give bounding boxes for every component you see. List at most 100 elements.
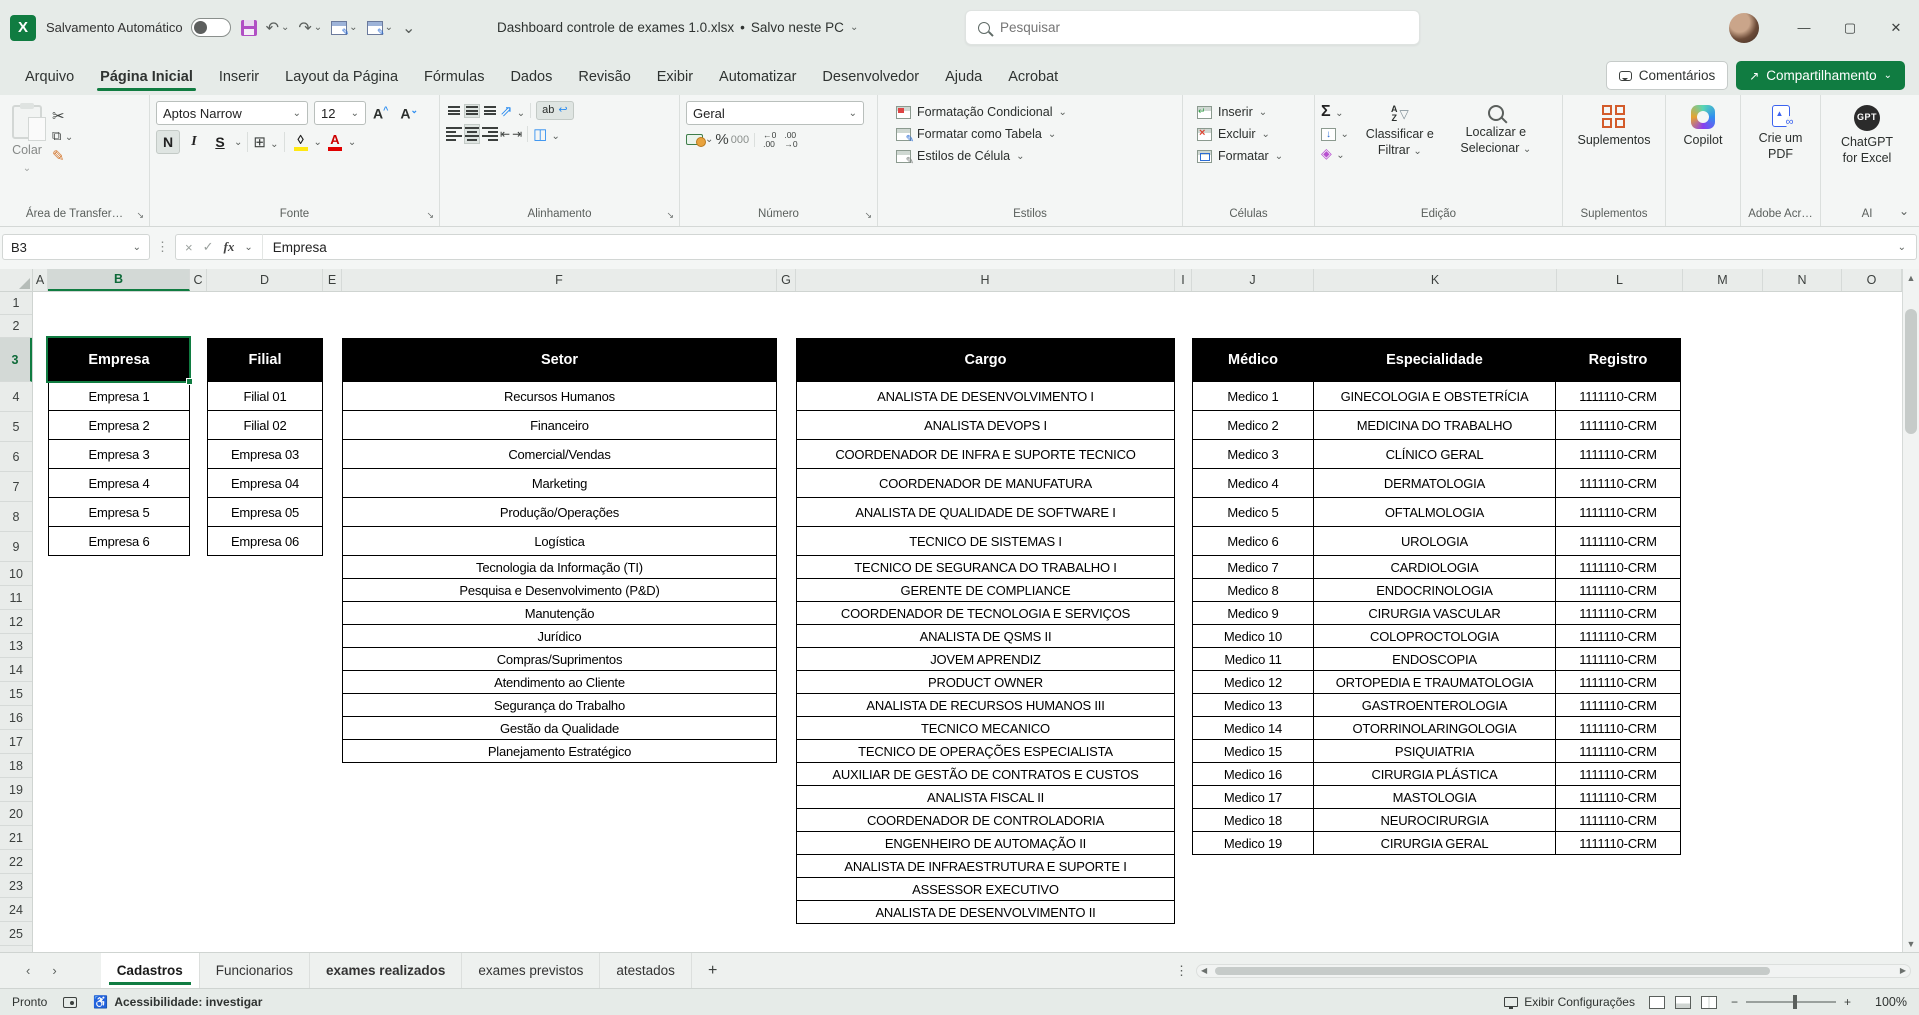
table-cell[interactable]: 1111110-CRM (1555, 739, 1681, 763)
column-header-E[interactable]: E (323, 269, 342, 291)
table-cell[interactable]: CIRURGIA VASCULAR (1313, 601, 1556, 625)
vertical-scrollbar[interactable]: ▲ ▼ (1902, 269, 1919, 952)
format-as-table-button[interactable]: Formatar como Tabela⌄ (892, 123, 1176, 145)
chatgpt-button[interactable]: GPT ChatGPT for Excel (1836, 101, 1898, 204)
accessibility-status[interactable]: ♿ Acessibilidade: investigar (93, 995, 262, 1009)
row-header-22[interactable]: 22 (0, 850, 32, 874)
table-cell[interactable]: 1111110-CRM (1555, 601, 1681, 625)
maximize-button[interactable]: ▢ (1827, 0, 1873, 55)
column-header-B[interactable]: B (48, 269, 190, 291)
table-cell[interactable]: COLOPROCTOLOGIA (1313, 624, 1556, 648)
table-cell[interactable]: ENDOCRINOLOGIA (1313, 578, 1556, 602)
table-cell[interactable]: Medico 10 (1192, 624, 1314, 648)
table-cell[interactable]: OFTALMOLOGIA (1313, 497, 1556, 527)
row-header-6[interactable]: 6 (0, 442, 32, 472)
table-cell[interactable]: Filial 02 (207, 410, 323, 440)
user-avatar[interactable] (1729, 13, 1759, 43)
row-header-4[interactable]: 4 (0, 382, 32, 412)
row-header-23[interactable]: 23 (0, 874, 32, 898)
dialog-launcher-icon[interactable]: ↘ (136, 210, 144, 221)
decrease-font-button[interactable]: A⌄ (395, 104, 423, 123)
table-cell[interactable]: Medico 17 (1192, 785, 1314, 809)
row-header-17[interactable]: 17 (0, 730, 32, 754)
table-cell[interactable]: Marketing (342, 468, 777, 498)
table-cell[interactable]: 1111110-CRM (1555, 716, 1681, 740)
table-cell[interactable]: Empresa 4 (48, 468, 190, 498)
table-cell[interactable]: 1111110-CRM (1555, 647, 1681, 671)
table-cell[interactable]: ANALISTA DE INFRAESTRUTURA E SUPORTE I (796, 854, 1175, 878)
sheet-tab-exames-previstos[interactable]: exames previstos (462, 953, 600, 988)
table-cell[interactable]: Medico 13 (1192, 693, 1314, 717)
table-cell[interactable]: ENGENHEIRO DE AUTOMAÇÃO II (796, 831, 1175, 855)
table-cell[interactable]: Empresa 3 (48, 439, 190, 469)
column-header-D[interactable]: D (207, 269, 323, 291)
horizontal-scrollbar[interactable]: ◀ ▶ (1196, 964, 1911, 978)
sheet-options-icon[interactable]: ⋮ (1175, 963, 1188, 979)
row-header-24[interactable]: 24 (0, 898, 32, 922)
table-cell[interactable]: UROLOGIA (1313, 526, 1556, 556)
ribbon-tab-ajuda[interactable]: Ajuda (932, 69, 995, 95)
row-header-10[interactable]: 10 (0, 562, 32, 586)
table-cell[interactable]: Pesquisa e Desenvolvimento (P&D) (342, 578, 777, 602)
table-cell[interactable]: 1111110-CRM (1555, 439, 1681, 469)
horizontal-scroll-thumb[interactable] (1215, 967, 1770, 975)
increase-font-button[interactable]: A^ (368, 104, 393, 123)
table-cell[interactable]: 1111110-CRM (1555, 785, 1681, 809)
table-cell[interactable]: Medico 9 (1192, 601, 1314, 625)
quick-access-table-button-2[interactable]: ⌄ (367, 21, 393, 35)
table-header-cell[interactable]: Filial (207, 338, 323, 382)
table-cell[interactable]: 1111110-CRM (1555, 410, 1681, 440)
scroll-up-icon[interactable]: ▲ (1903, 269, 1919, 286)
table-cell[interactable]: COORDENADOR DE TECNOLOGIA E SERVIÇOS (796, 601, 1175, 625)
table-cell[interactable]: Medico 3 (1192, 439, 1314, 469)
expand-formula-bar-icon[interactable]: ⌄ (1898, 242, 1906, 253)
fill-handle[interactable] (186, 378, 193, 385)
collapse-ribbon-button[interactable]: ⌄ (1899, 204, 1909, 218)
bold-button[interactable]: N (156, 130, 180, 154)
table-cell[interactable]: COORDENADOR DE CONTROLADORIA (796, 808, 1175, 832)
align-bottom-button[interactable] (482, 105, 498, 117)
table-cell[interactable]: 1111110-CRM (1555, 624, 1681, 648)
sheet-tab-cadastros[interactable]: Cadastros (101, 953, 200, 988)
table-cell[interactable]: Medico 5 (1192, 497, 1314, 527)
zoom-slider[interactable] (1746, 1001, 1836, 1003)
table-cell[interactable]: Filial 01 (207, 381, 323, 411)
fill-color-button[interactable]: ◊ (290, 132, 312, 152)
row-header-13[interactable]: 13 (0, 634, 32, 658)
table-cell[interactable]: Planejamento Estratégico (342, 739, 777, 763)
row-header-25[interactable]: 25 (0, 922, 32, 946)
row-header-1[interactable]: 1 (0, 292, 32, 315)
decrease-decimal-button[interactable]: .00→0 (781, 131, 800, 149)
table-header-cell[interactable]: Médico (1192, 338, 1314, 382)
ribbon-tab-página-inicial[interactable]: Página Inicial (87, 69, 206, 95)
comma-style-button[interactable]: 000 (731, 134, 749, 146)
zoom-in-button[interactable]: + (1844, 995, 1851, 1009)
insert-cells-button[interactable]: Inserir⌄ (1193, 101, 1308, 123)
column-header-I[interactable]: I (1175, 269, 1192, 291)
wrap-text-button[interactable]: ab↩ (536, 101, 573, 120)
table-cell[interactable]: Tecnologia da Informação (TI) (342, 555, 777, 579)
merge-center-button[interactable]: ◫ ⌄ (533, 125, 560, 143)
table-cell[interactable]: 1111110-CRM (1555, 578, 1681, 602)
table-cell[interactable]: Medico 6 (1192, 526, 1314, 556)
sheet-tab-funcionarios[interactable]: Funcionarios (200, 953, 310, 988)
table-cell[interactable]: TECNICO DE SISTEMAS I (796, 526, 1175, 556)
table-cell[interactable]: ANALISTA DE DESENVOLVIMENTO I (796, 381, 1175, 411)
table-cell[interactable]: Medico 1 (1192, 381, 1314, 411)
format-painter-icon[interactable]: ✎ (52, 147, 73, 165)
table-cell[interactable]: Medico 18 (1192, 808, 1314, 832)
table-cell[interactable]: Empresa 04 (207, 468, 323, 498)
align-middle-button[interactable] (464, 104, 480, 118)
row-header-18[interactable]: 18 (0, 754, 32, 778)
table-cell[interactable]: Gestão da Qualidade (342, 716, 777, 740)
zoom-out-button[interactable]: − (1731, 995, 1738, 1009)
page-break-view-button[interactable] (1701, 996, 1717, 1009)
saved-status[interactable]: Salvo neste PC (751, 20, 844, 35)
paste-button[interactable]: Colar ⌄ (12, 101, 42, 204)
table-cell[interactable]: ANALISTA DE RECURSOS HUMANOS III (796, 693, 1175, 717)
search-input[interactable] (1000, 20, 1407, 35)
column-header-C[interactable]: C (190, 269, 207, 291)
row-header-3[interactable]: 3 (0, 338, 32, 382)
macro-record-icon[interactable] (63, 997, 77, 1008)
table-cell[interactable]: PRODUCT OWNER (796, 670, 1175, 694)
